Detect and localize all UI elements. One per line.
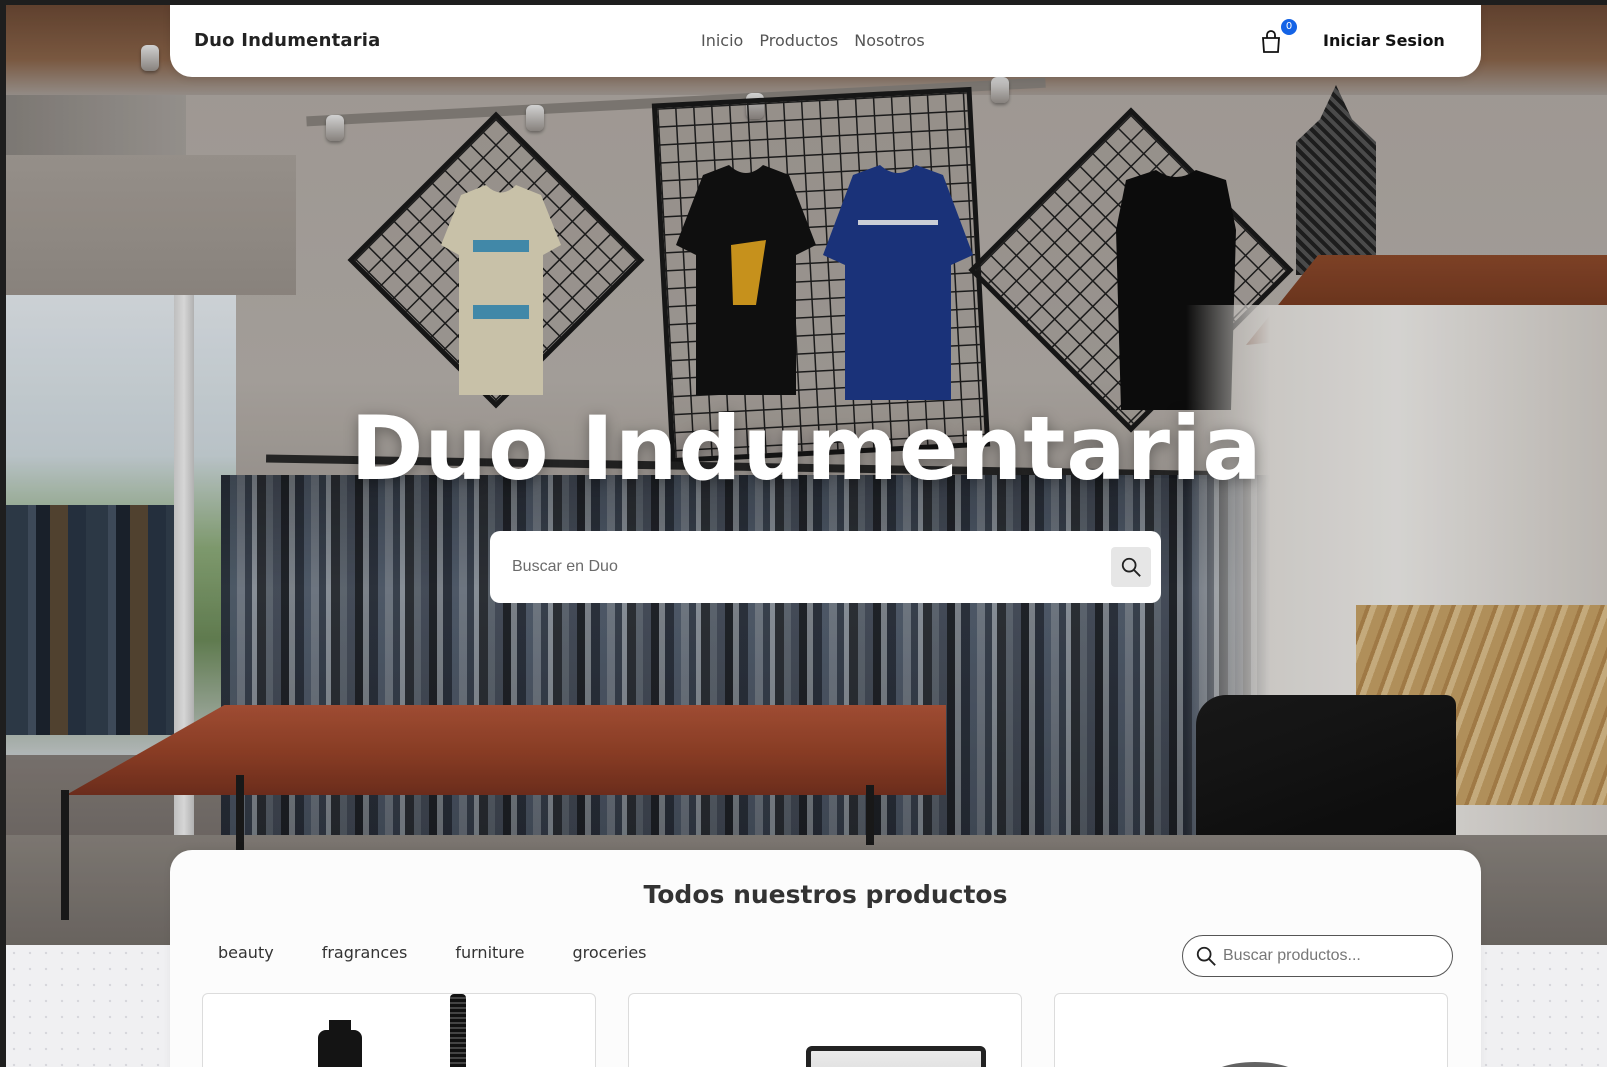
brand-logo[interactable]: Duo Indumentaria <box>194 30 381 51</box>
cart-count-badge: 0 <box>1281 19 1297 35</box>
products-search-bar <box>1182 935 1453 977</box>
products-section: Todos nuestros productos beauty fragranc… <box>170 850 1481 1067</box>
search-icon <box>1121 557 1141 577</box>
category-filters: beauty fragrances furniture groceries <box>218 943 647 962</box>
hero-title: Duo Indumentaria <box>350 397 1263 500</box>
product-image-bowl <box>1205 1062 1305 1067</box>
hero-search-input[interactable] <box>512 549 1082 585</box>
login-button[interactable]: Iniciar Sesion <box>1323 31 1445 50</box>
navbar: Duo Indumentaria Inicio Productos Nosotr… <box>170 5 1481 77</box>
page: Duo Indumentaria Duo Indumentaria Inicio… <box>6 5 1607 1067</box>
search-icon <box>1196 946 1216 966</box>
product-image-mascara-brush <box>450 994 466 1067</box>
product-card[interactable] <box>628 993 1022 1067</box>
category-beauty[interactable]: beauty <box>218 943 274 962</box>
hero-banner: Duo Indumentaria <box>6 5 1607 945</box>
hero-search-bar <box>490 531 1161 603</box>
category-groceries[interactable]: groceries <box>573 943 647 962</box>
products-title: Todos nuestros productos <box>643 880 1008 909</box>
hero-search-button[interactable] <box>1111 547 1151 587</box>
product-card[interactable] <box>1054 993 1448 1067</box>
nav-link-inicio[interactable]: Inicio <box>701 31 743 50</box>
nav-link-nosotros[interactable]: Nosotros <box>854 31 925 50</box>
product-card[interactable] <box>202 993 596 1067</box>
products-search-input[interactable] <box>1223 944 1443 968</box>
category-furniture[interactable]: furniture <box>455 943 524 962</box>
product-image-mirror <box>806 1046 986 1067</box>
product-image-bottle <box>318 1030 362 1067</box>
nav-links: Inicio Productos Nosotros <box>701 31 925 50</box>
nav-link-productos[interactable]: Productos <box>759 31 838 50</box>
shopping-bag-icon <box>1262 30 1280 53</box>
category-fragrances[interactable]: fragrances <box>322 943 408 962</box>
